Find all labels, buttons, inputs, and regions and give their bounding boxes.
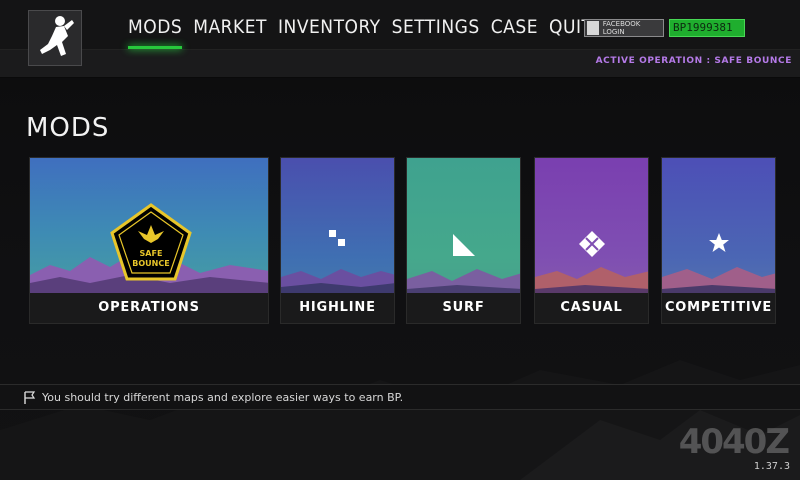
highline-icon [328,230,345,246]
card-surf[interactable]: SURF [406,157,521,324]
nav-mods[interactable]: MODS [128,14,183,49]
nav-inventory[interactable]: INVENTORY [278,14,381,42]
card-casual[interactable]: CASUAL [534,157,649,324]
surf-ramp-icon [452,234,475,256]
card-casual-label: CASUAL [535,293,648,323]
version-label: 1.37.3 [753,461,790,472]
card-operations-label: OPERATIONS [30,293,268,323]
mountain-art [662,267,775,297]
badge-line1: SAFE [140,249,163,258]
active-operation: ACTIVE OPERATION : SAFE BOUNCE [595,56,792,66]
facebook-icon [587,21,599,35]
casual-diamond-icon [578,231,605,257]
facebook-login-button[interactable]: FACEBOOK LOGIN [584,19,664,37]
flag-icon [24,391,36,404]
card-surf-label: SURF [407,293,520,323]
card-competitive-label: COMPETITIVE [662,293,775,323]
card-highline[interactable]: HIGHLINE [280,157,395,324]
facebook-login-label: FACEBOOK LOGIN [602,20,641,36]
jumping-player-icon [40,16,74,56]
nav-market[interactable]: MARKET [193,14,267,42]
badge-line2: BOUNCE [132,259,169,268]
hint-text: You should try different maps and explor… [42,391,404,404]
card-highline-label: HIGHLINE [281,293,394,323]
hint-bar: You should try different maps and explor… [0,384,800,410]
page-title: MODS [26,113,110,143]
main-nav: MODS MARKET INVENTORY SETTINGS CASE QUIT [128,14,592,49]
nav-settings[interactable]: SETTINGS [392,14,480,42]
player-avatar[interactable] [28,10,82,66]
nav-case[interactable]: CASE [491,14,538,42]
mountain-art [281,269,394,297]
safe-bounce-badge-icon: SAFE BOUNCE [110,203,192,281]
card-competitive[interactable]: COMPETITIVE [661,157,776,324]
star-icon [708,233,729,252]
card-operations[interactable]: SAFE BOUNCE OPERATIONS [29,157,269,324]
bp-balance: BP1999381 [669,19,745,37]
watermark-logo: 4040Z [678,422,790,462]
